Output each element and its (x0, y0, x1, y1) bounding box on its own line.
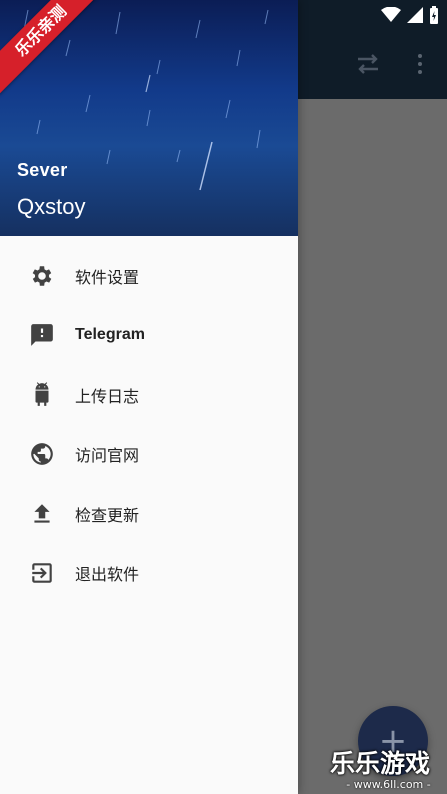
navigation-drawer: 乐乐亲测 Sever Qxstoy 软件设置 Telegram 上传日志 访问官… (0, 0, 298, 794)
menu-item-label: 上传日志 (75, 386, 140, 406)
android-icon (28, 381, 56, 409)
drawer-menu: 软件设置 Telegram 上传日志 访问官网 检查更新 退出软件 (0, 246, 298, 603)
globe-icon (28, 440, 56, 468)
drawer-subtitle: Sever (17, 160, 68, 180)
drawer-title: Qxstoy (17, 194, 86, 219)
signal-icon (407, 7, 423, 23)
menu-item-label: 软件设置 (75, 267, 140, 287)
menu-item-upload-log[interactable]: 上传日志 (0, 365, 298, 425)
swap-button[interactable] (352, 50, 384, 78)
exit-icon (28, 559, 56, 587)
menu-item-telegram[interactable]: Telegram (0, 306, 298, 366)
status-bar (381, 4, 439, 26)
menu-item-exit[interactable]: 退出软件 (0, 544, 298, 604)
gear-icon (28, 262, 56, 290)
watermark-url: - www.6ll.com - (346, 778, 431, 791)
menu-item-website[interactable]: 访问官网 (0, 425, 298, 485)
menu-item-check-update[interactable]: 检查更新 (0, 484, 298, 544)
menu-item-label: 访问官网 (75, 446, 140, 466)
brand-watermark: 乐乐游戏 - www.6ll.com - (330, 744, 447, 794)
watermark-brand: 乐乐游戏 (330, 749, 431, 778)
menu-item-label: Telegram (75, 326, 145, 344)
more-vert-icon (418, 54, 422, 58)
battery-icon (430, 6, 438, 24)
wifi-icon (381, 7, 401, 22)
chat-alert-icon (28, 321, 56, 349)
ribbon-watermark: 乐乐亲测 (0, 0, 100, 100)
swap-icon (358, 54, 378, 74)
menu-item-label: 退出软件 (75, 565, 140, 585)
menu-item-settings[interactable]: 软件设置 (0, 246, 298, 306)
more-options-button[interactable] (412, 50, 428, 78)
upload-icon (28, 500, 56, 528)
menu-item-label: 检查更新 (75, 505, 140, 525)
drawer-header: 乐乐亲测 Sever Qxstoy (0, 0, 298, 236)
